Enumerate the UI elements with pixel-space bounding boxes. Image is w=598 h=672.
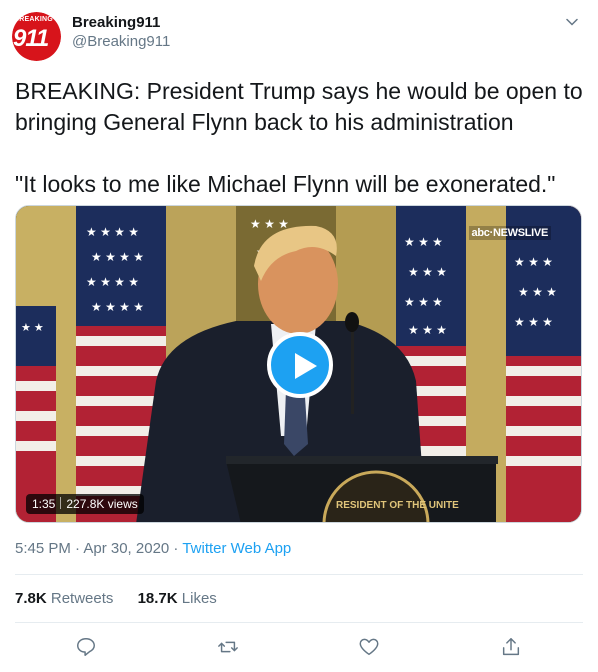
- retweet-icon[interactable]: [217, 636, 239, 658]
- view-count: 227.8K views: [66, 497, 138, 511]
- svg-text:★ ★ ★: ★ ★ ★: [250, 217, 289, 231]
- play-icon[interactable]: [267, 332, 333, 398]
- author-names: Breaking911 @Breaking911: [72, 14, 170, 50]
- reply-icon[interactable]: [75, 636, 97, 658]
- avatar-breaking-text: BREAKING: [14, 16, 53, 23]
- tweet-metadata: 5:45 PM · Apr 30, 2020 · Twitter Web App: [15, 540, 292, 557]
- svg-text:★ ★: ★ ★: [21, 322, 44, 334]
- tweet-header: BREAKING 911 Breaking911 @Breaking911: [12, 12, 586, 61]
- svg-text:★ ★ ★: ★ ★ ★: [404, 235, 443, 249]
- svg-text:★ ★ ★ ★: ★ ★ ★ ★: [86, 225, 139, 239]
- source-app-link[interactable]: Twitter Web App: [182, 540, 291, 557]
- tweet-text: BREAKING: President Trump says he would …: [15, 76, 585, 200]
- svg-text:★ ★ ★: ★ ★ ★: [408, 323, 447, 337]
- svg-text:★ ★ ★: ★ ★ ★: [514, 315, 553, 329]
- avatar[interactable]: BREAKING 911: [12, 12, 61, 61]
- user-handle[interactable]: @Breaking911: [72, 33, 170, 50]
- display-name[interactable]: Breaking911: [72, 14, 170, 31]
- svg-text:★ ★ ★ ★: ★ ★ ★ ★: [91, 300, 144, 314]
- svg-text:★ ★ ★: ★ ★ ★: [518, 285, 557, 299]
- video-player[interactable]: ★ ★ ★ ★ ★ ★ ★ ★ ★ ★ ★ ★ ★ ★ ★ ★ ★ ★ ★ ★ …: [15, 205, 582, 523]
- tweet-text-line1: BREAKING: President Trump says he would …: [15, 78, 583, 135]
- video-duration-badge: 1:35 227.8K views: [26, 494, 144, 514]
- engagement-stats: 7.8K Retweets 18.7K Likes: [15, 590, 237, 607]
- tweet-text-quote: "It looks to me like Michael Flynn will …: [15, 171, 556, 197]
- tweet-actions: [15, 626, 583, 666]
- chevron-down-icon[interactable]: [566, 16, 578, 28]
- avatar-911-text: 911: [13, 25, 49, 52]
- retweets-stat[interactable]: 7.8K Retweets: [15, 590, 113, 607]
- divider: [15, 574, 583, 575]
- likes-stat[interactable]: 18.7K Likes: [138, 590, 217, 607]
- svg-text:★ ★ ★ ★: ★ ★ ★ ★: [86, 275, 139, 289]
- network-logo: abc·NEWSLIVE: [468, 226, 551, 240]
- share-icon[interactable]: [500, 636, 522, 658]
- divider: [15, 622, 583, 623]
- seal-text: RESIDENT OF THE UNITE: [336, 500, 459, 511]
- tweet-timestamp[interactable]: 5:45 PM · Apr 30, 2020: [15, 540, 169, 557]
- svg-text:★ ★ ★: ★ ★ ★: [408, 265, 447, 279]
- svg-text:★ ★ ★: ★ ★ ★: [514, 255, 553, 269]
- svg-text:★ ★ ★: ★ ★ ★: [404, 295, 443, 309]
- svg-text:★ ★ ★ ★: ★ ★ ★ ★: [91, 250, 144, 264]
- duration-text: 1:35: [32, 497, 56, 511]
- like-icon[interactable]: [358, 636, 380, 658]
